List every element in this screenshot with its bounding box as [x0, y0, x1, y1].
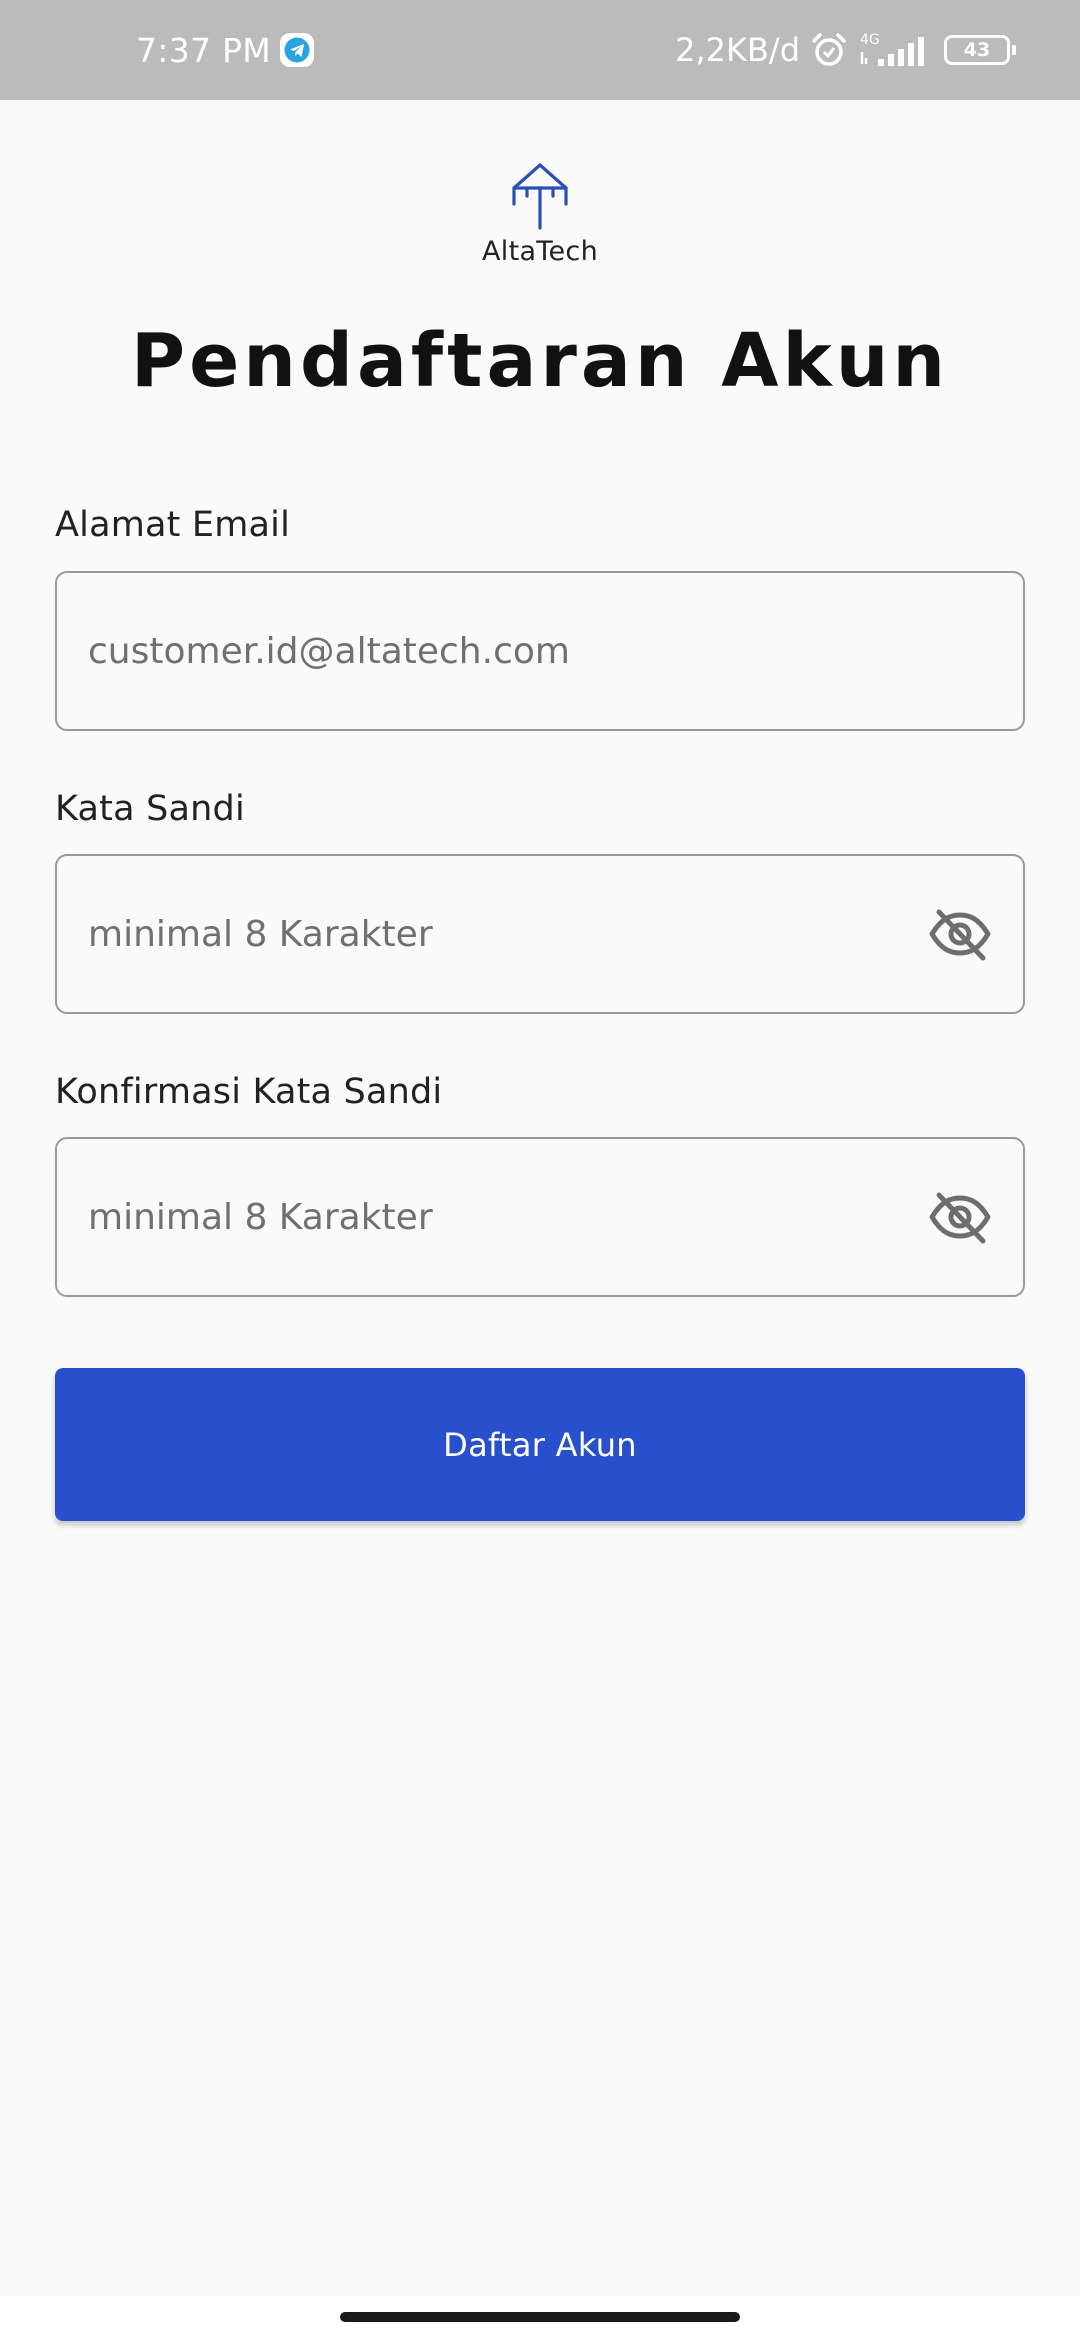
network-speed: 2,2KB/d: [675, 31, 800, 69]
battery-level: 43: [963, 39, 991, 61]
battery-icon: 43: [944, 35, 1016, 65]
signal-icon: 4G: [858, 30, 928, 70]
status-bar: 7:37 PM 2,2KB/d 4G 43: [0, 0, 1080, 100]
confirm-password-visibility-toggle[interactable]: [927, 1184, 993, 1250]
network-type: 4G: [860, 32, 880, 48]
status-time: 7:37 PM: [136, 30, 272, 70]
altatech-logo-icon: [512, 163, 568, 230]
confirm-password-input[interactable]: [57, 1139, 927, 1295]
password-input[interactable]: [57, 856, 927, 1012]
status-bar-right: 2,2KB/d 4G 43: [675, 0, 1016, 100]
home-indicator[interactable]: [340, 2312, 740, 2322]
confirm-password-label: Konfirmasi Kata Sandi: [55, 1072, 443, 1112]
alarm-icon: [810, 31, 848, 69]
eye-off-icon: [929, 909, 991, 961]
email-field[interactable]: [55, 571, 1025, 731]
password-visibility-toggle[interactable]: [927, 901, 993, 967]
telegram-icon: [279, 32, 315, 68]
password-field[interactable]: [55, 854, 1025, 1014]
confirm-password-field[interactable]: [55, 1137, 1025, 1297]
register-button[interactable]: Daftar Akun: [55, 1368, 1025, 1521]
status-bar-left: 7:37 PM: [136, 0, 315, 100]
logo-text: AltaTech: [482, 236, 598, 267]
eye-off-icon: [929, 1192, 991, 1244]
app-logo: AltaTech: [0, 160, 1080, 267]
email-label: Alamat Email: [55, 505, 291, 545]
page-title: Pendaftaran Akun: [130, 318, 950, 404]
password-label: Kata Sandi: [55, 789, 245, 829]
email-input[interactable]: [57, 573, 1023, 729]
